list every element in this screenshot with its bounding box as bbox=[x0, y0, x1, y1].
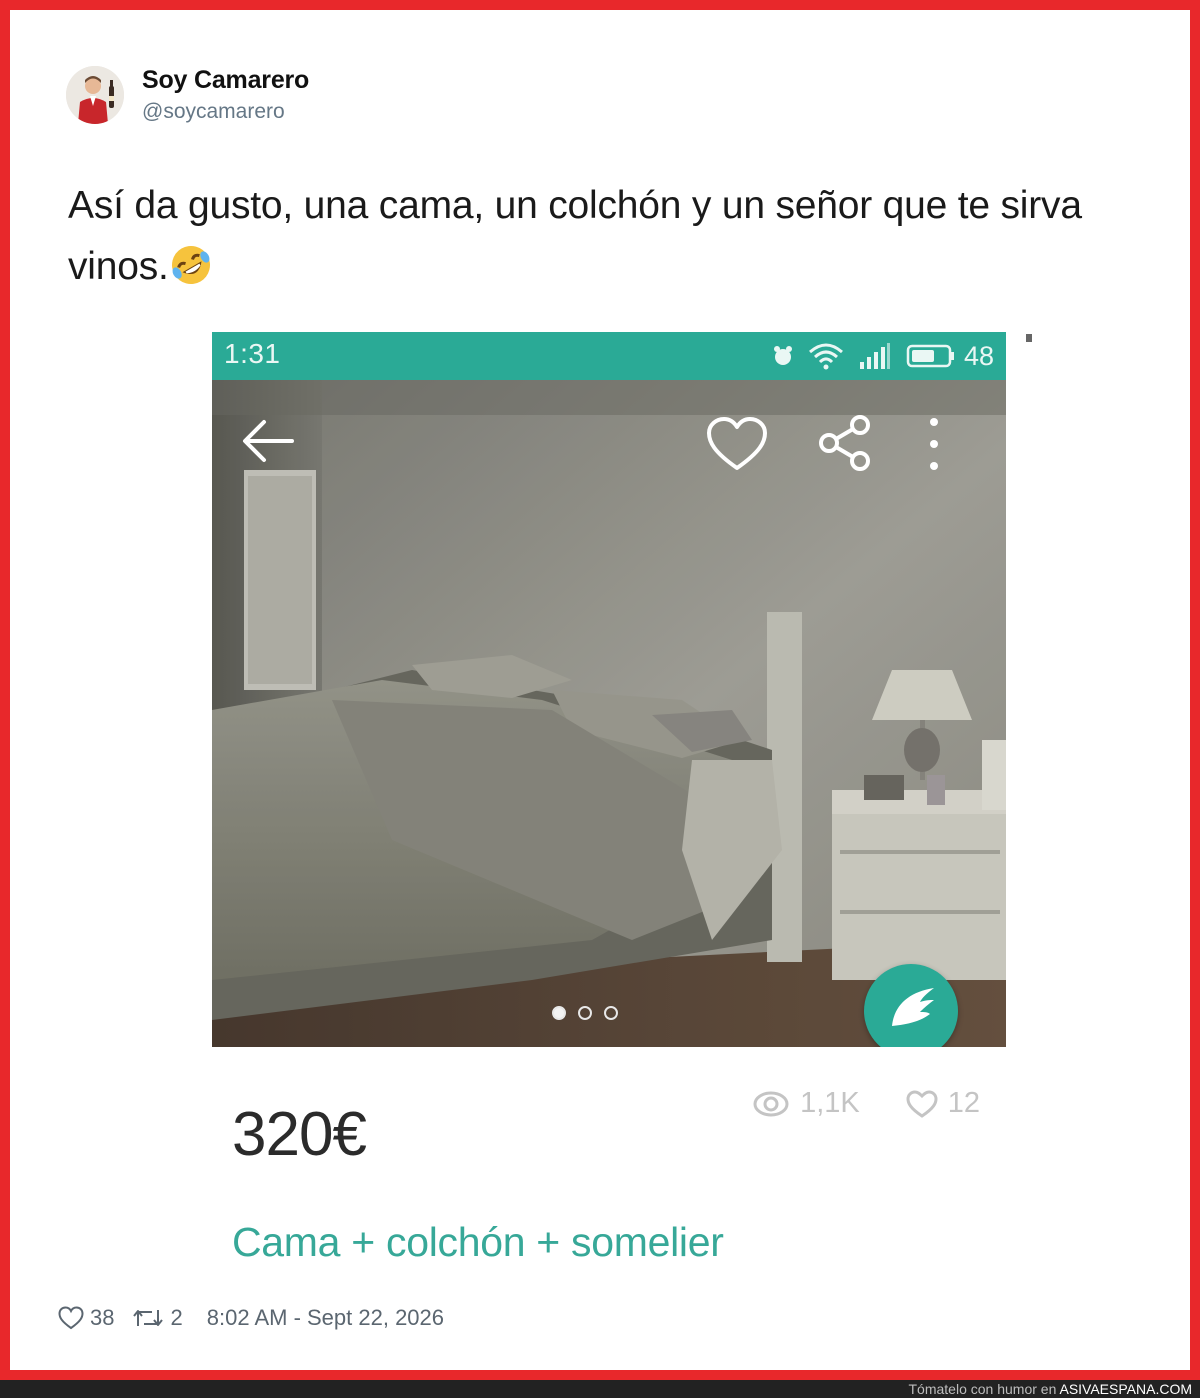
display-name[interactable]: Soy Camarero bbox=[142, 66, 309, 95]
like-count: 38 bbox=[90, 1305, 115, 1330]
user-handle[interactable]: @soycamarero bbox=[142, 100, 285, 124]
favorites-count: 12 bbox=[947, 1087, 980, 1119]
listing-title[interactable]: Cama + colchón + somelier bbox=[232, 1219, 724, 1266]
wing-icon bbox=[892, 988, 934, 1026]
status-bar: 1:31 48 bbox=[212, 332, 1006, 380]
wifi-icon bbox=[808, 343, 843, 370]
tweet-text: Así da gusto, una cama, un colchón y un … bbox=[68, 175, 1158, 305]
battery-level: 48 bbox=[963, 340, 994, 371]
retweet-count: 2 bbox=[170, 1305, 183, 1330]
status-icons: 48 bbox=[772, 340, 994, 372]
alarm-icon bbox=[773, 346, 792, 365]
rolling-on-floor-laughing-emoji-icon bbox=[169, 243, 213, 305]
signal-icon bbox=[859, 343, 890, 369]
retweet-icon[interactable] bbox=[132, 1306, 164, 1330]
views-eye-icon bbox=[753, 1091, 789, 1116]
listing-details: 320€ 1,1K 12 Cama + colchón + somelier bbox=[212, 1047, 1006, 1287]
carousel-dot[interactable] bbox=[578, 1006, 592, 1020]
tweet-timestamp[interactable]: 8:02 AM - Sept 22, 2026 bbox=[207, 1305, 444, 1331]
like-heart-icon[interactable] bbox=[58, 1306, 84, 1330]
views-count: 1,1K bbox=[800, 1087, 860, 1119]
carousel-indicator bbox=[552, 1006, 618, 1020]
credit-prefix: Tómatelo con humor en bbox=[908, 1381, 1057, 1397]
listing-price: 320€ bbox=[232, 1100, 367, 1169]
tweet-body: Así da gusto, una cama, un colchón y un … bbox=[68, 184, 1082, 288]
credit-bar: Tómatelo con humor en ASIVAESPANA.COM bbox=[0, 1380, 1200, 1398]
battery-icon bbox=[906, 344, 954, 368]
photo-toolbar bbox=[212, 380, 1006, 500]
listing-stats: 1,1K 12 bbox=[752, 1087, 980, 1120]
carousel-dot[interactable] bbox=[552, 1006, 566, 1020]
stray-mark bbox=[1026, 334, 1032, 342]
waiter-avatar-icon bbox=[66, 66, 124, 124]
site-credit[interactable]: Tómatelo con humor en ASIVAESPANA.COM bbox=[909, 1380, 1193, 1398]
listing-photo[interactable] bbox=[212, 380, 1006, 1047]
listing-screenshot[interactable]: 1:31 48 320€ 1,1K 12 Cama + colchón + so… bbox=[212, 332, 1006, 1287]
favorites-heart-icon bbox=[906, 1089, 938, 1118]
avatar[interactable] bbox=[66, 66, 124, 124]
status-time: 1:31 bbox=[224, 338, 281, 369]
featured-wing-button[interactable] bbox=[864, 964, 958, 1047]
credit-site[interactable]: ASIVAESPANA.COM bbox=[1059, 1381, 1192, 1397]
more-options-icon[interactable] bbox=[924, 416, 944, 472]
heart-icon[interactable] bbox=[706, 416, 768, 472]
back-arrow-icon[interactable] bbox=[240, 418, 296, 464]
share-icon[interactable] bbox=[816, 414, 874, 472]
tweet-footer: 38 2 8:02 AM - Sept 22, 2026 bbox=[58, 1305, 444, 1331]
carousel-dot[interactable] bbox=[604, 1006, 618, 1020]
